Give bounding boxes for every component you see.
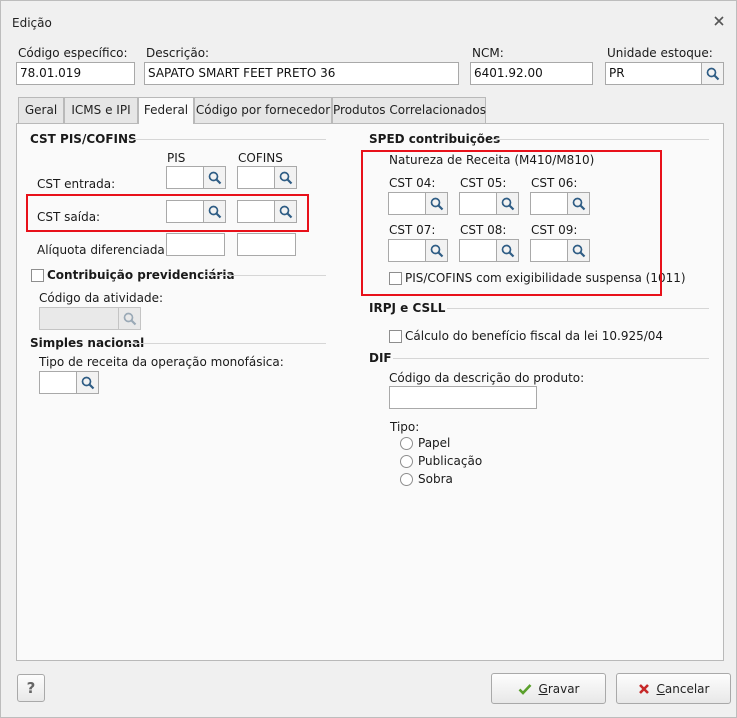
- search-icon: [81, 376, 94, 389]
- irpj-separator: [447, 308, 709, 309]
- aliquota-cofins-input[interactable]: [237, 233, 296, 256]
- tipo-receita-input[interactable]: [39, 371, 77, 394]
- dif-separator: [393, 358, 709, 359]
- calculo-checkbox[interactable]: [389, 330, 402, 343]
- close-icon[interactable]: [712, 14, 726, 28]
- codigo-label: Código específico:: [18, 46, 128, 60]
- radio-papel[interactable]: [400, 437, 413, 450]
- atividade-input[interactable]: [39, 307, 119, 330]
- cancel-x-icon: [638, 683, 649, 694]
- search-icon: [123, 312, 136, 325]
- dif-codigo-input[interactable]: [389, 386, 537, 409]
- aliquota-pis-input[interactable]: [166, 233, 225, 256]
- tab-federal[interactable]: Federal: [138, 97, 194, 124]
- cst-entrada-label: CST entrada:: [37, 177, 116, 191]
- radio-papel-label: Papel: [418, 436, 451, 450]
- cst-saida-highlight: [26, 194, 309, 232]
- atividade-search-button[interactable]: [119, 307, 141, 330]
- search-icon: [208, 171, 221, 184]
- atividade-label: Código da atividade:: [39, 291, 164, 305]
- tipo-receita-search-button[interactable]: [77, 371, 99, 394]
- edit-dialog: Edição Código específico: 78.01.019 Desc…: [0, 0, 737, 718]
- window-title: Edição: [12, 16, 52, 30]
- cst-entrada-pis-input[interactable]: [166, 166, 204, 189]
- title-bar: Edição: [1, 1, 736, 37]
- radio-sobra[interactable]: [400, 473, 413, 486]
- cst-entrada-cofins-input[interactable]: [237, 166, 275, 189]
- help-icon: ?: [26, 679, 36, 697]
- calculo-label: Cálculo do benefício fiscal da lei 10.92…: [405, 329, 664, 343]
- sped-separator: [491, 139, 709, 140]
- unidade-input[interactable]: PR: [605, 62, 702, 85]
- aliquota-label: Alíquota diferenciada:: [37, 243, 169, 257]
- ncm-label: NCM:: [472, 46, 504, 60]
- cancelar-label: Cancelar: [656, 681, 710, 696]
- radio-sobra-label: Sobra: [418, 472, 453, 486]
- irpj-section-title: IRPJ e CSLL: [369, 301, 446, 315]
- tipo-receita-label: Tipo de receita da operação monofásica:: [39, 355, 284, 369]
- dif-codigo-label: Código da descrição do produto:: [389, 371, 585, 385]
- dif-tipo-label: Tipo:: [390, 420, 420, 434]
- radio-publicacao[interactable]: [400, 455, 413, 468]
- sped-highlight: [361, 150, 662, 296]
- descricao-label: Descrição:: [146, 46, 210, 60]
- checkmark-icon: [518, 683, 531, 695]
- cst-separator: [127, 139, 326, 140]
- cofins-column-label: COFINS: [238, 151, 283, 165]
- unidade-label: Unidade estoque:: [607, 46, 713, 60]
- tab-produtos-correlacionados[interactable]: Produtos Correlacionados: [332, 97, 486, 123]
- dif-section-title: DIF: [369, 351, 392, 365]
- cst-entrada-pis-search-button[interactable]: [204, 166, 226, 189]
- tab-geral[interactable]: Geral: [18, 97, 64, 123]
- tab-icms-ipi[interactable]: ICMS e IPI: [64, 97, 138, 123]
- simples-separator: [128, 343, 326, 344]
- previdenciaria-separator: [202, 275, 326, 276]
- cst-section-title: CST PIS/COFINS: [30, 132, 137, 146]
- gravar-button[interactable]: Gravar: [491, 673, 606, 704]
- tab-codigo-fornecedor[interactable]: Código por fornecedor: [194, 97, 332, 123]
- radio-publicacao-label: Publicação: [418, 454, 483, 468]
- sped-section-title: SPED contribuições: [369, 132, 501, 146]
- search-icon: [279, 171, 292, 184]
- previdenciaria-checkbox[interactable]: [31, 269, 44, 282]
- gravar-label: Gravar: [538, 681, 580, 696]
- pis-column-label: PIS: [167, 151, 186, 165]
- cst-entrada-cofins-search-button[interactable]: [275, 166, 297, 189]
- codigo-input[interactable]: 78.01.019: [16, 62, 135, 85]
- unidade-search-button[interactable]: [702, 62, 724, 85]
- cancelar-button[interactable]: Cancelar: [616, 673, 731, 704]
- descricao-input[interactable]: SAPATO SMART FEET PRETO 36: [144, 62, 459, 85]
- search-icon: [706, 67, 719, 80]
- help-button[interactable]: ?: [17, 674, 45, 702]
- ncm-input[interactable]: 6401.92.00: [470, 62, 593, 85]
